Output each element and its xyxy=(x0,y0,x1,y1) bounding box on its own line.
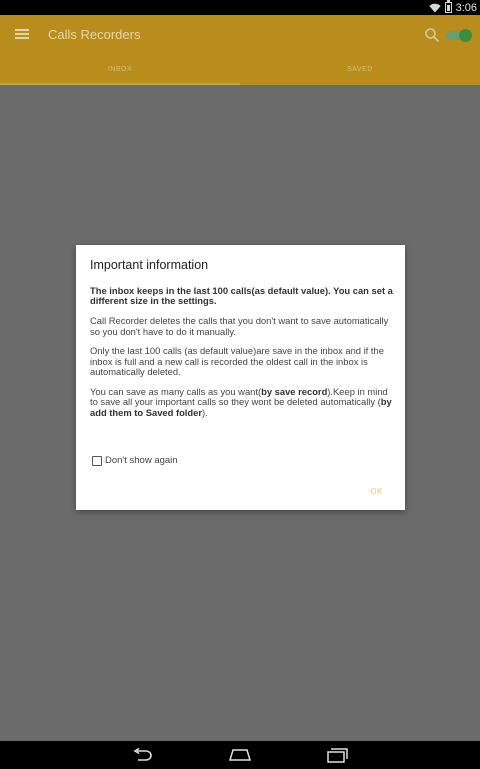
tab-saved[interactable]: SAVED xyxy=(240,55,480,85)
status-bar: 3:06 xyxy=(0,0,480,15)
dont-show-again-checkbox[interactable] xyxy=(92,455,102,466)
dialog-bold-intro: The inbox keeps in the last 100 calls(as… xyxy=(90,285,393,307)
dont-show-again-label: Don't show again xyxy=(105,455,178,466)
important-info-dialog: Important information The inbox keeps in… xyxy=(76,245,405,510)
dont-show-again-row[interactable]: Don't show again xyxy=(92,455,178,466)
ok-button[interactable]: OK xyxy=(370,487,383,496)
app-title: Calls Recorders xyxy=(48,27,141,42)
status-icons: 3:06 xyxy=(428,0,477,14)
home-icon[interactable] xyxy=(228,748,252,762)
tab-bar: INBOX SAVED xyxy=(0,55,480,85)
record-toggle[interactable] xyxy=(446,29,472,42)
navigation-bar xyxy=(0,741,480,769)
menu-icon[interactable] xyxy=(15,29,29,39)
recents-icon[interactable] xyxy=(326,747,348,763)
dialog-title: Important information xyxy=(90,258,209,272)
dialog-paragraph-2: Only the last 100 calls (as default valu… xyxy=(90,345,384,378)
status-time: 3:06 xyxy=(455,1,477,14)
dialog-paragraph-1: Call Recorder deletes the calls that you… xyxy=(90,315,389,337)
back-icon[interactable] xyxy=(132,748,154,762)
wifi-icon xyxy=(428,3,441,12)
battery-icon xyxy=(444,0,452,13)
search-icon[interactable] xyxy=(424,27,440,43)
tab-inbox[interactable]: INBOX xyxy=(0,55,240,85)
app-toolbar: Calls Recorders xyxy=(0,15,480,55)
dialog-body: The inbox keeps in the last 100 calls(as… xyxy=(90,285,393,428)
dialog-paragraph-3: You can save as many calls as you want(b… xyxy=(90,386,392,418)
